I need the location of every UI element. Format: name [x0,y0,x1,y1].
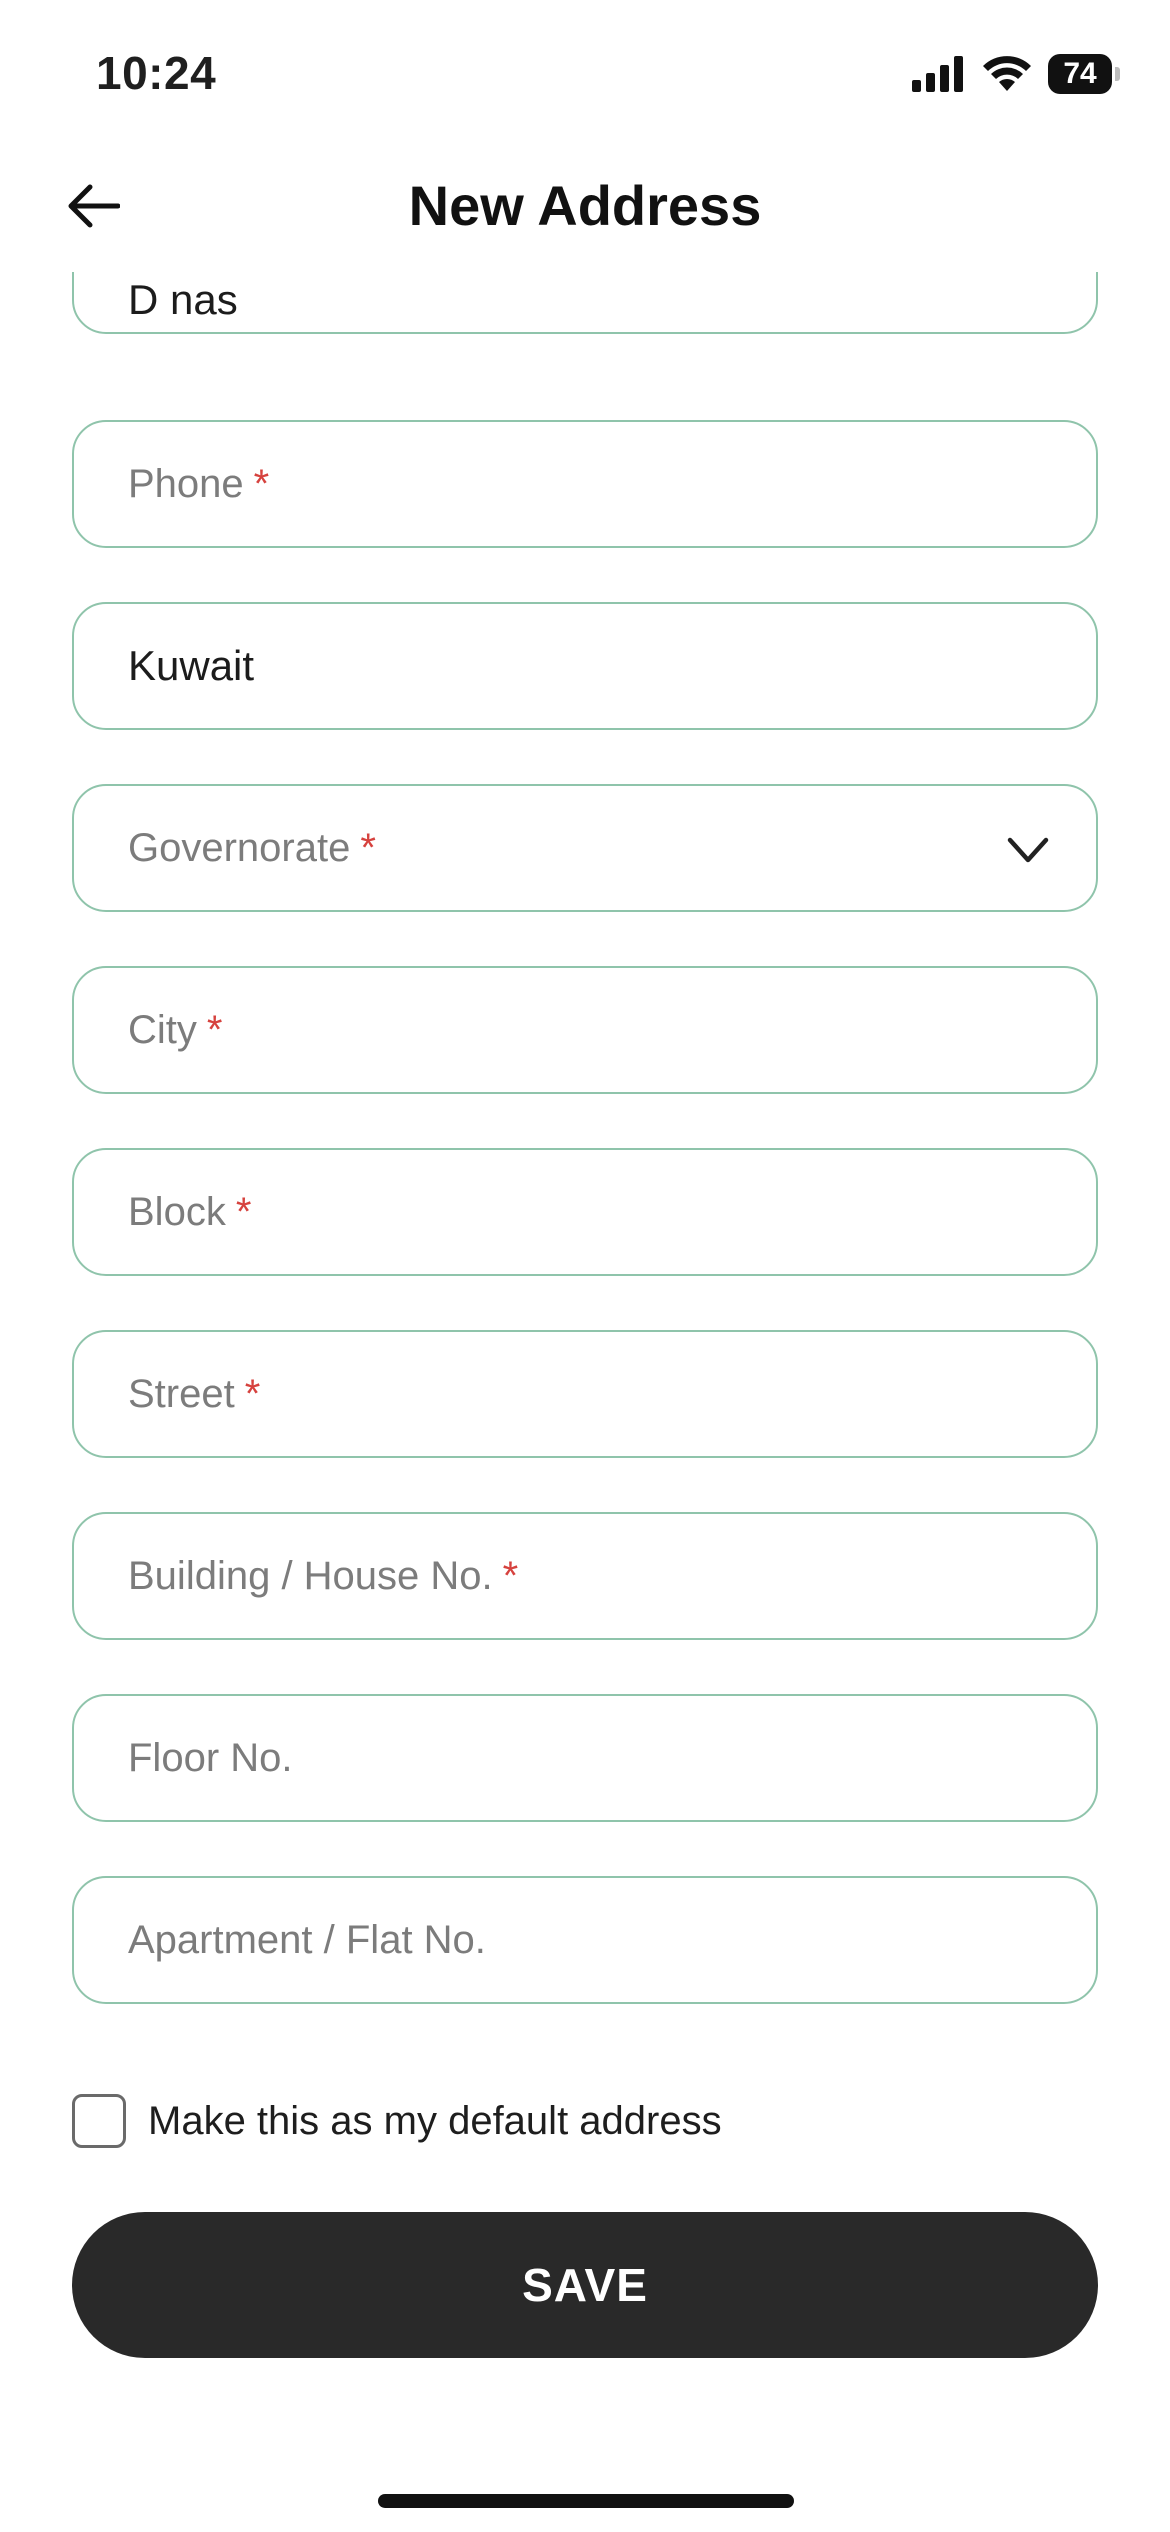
chevron-down-icon [1007,837,1049,863]
street-placeholder: Street [128,1371,235,1416]
name-field[interactable]: D nas [72,272,1098,334]
floor-field[interactable]: Floor No. [72,1694,1098,1822]
battery-icon: 74 [1048,54,1120,94]
battery-level: 74 [1063,57,1097,90]
default-address-checkbox[interactable] [72,2094,126,2148]
apartment-placeholder: Apartment / Flat No. [128,1917,486,1962]
building-placeholder: Building / House No. [128,1553,493,1598]
default-address-row[interactable]: Make this as my default address [72,2094,722,2148]
default-address-label[interactable]: Make this as my default address [148,2099,722,2144]
status-icons: 74 [912,52,1120,96]
required-asterisk: * [360,825,376,870]
name-value: D nas [128,276,238,323]
page-title: New Address [408,174,762,237]
street-field[interactable]: Street * [72,1330,1098,1458]
floor-placeholder: Floor No. [128,1735,293,1780]
governorate-placeholder: Governorate [128,825,351,870]
required-asterisk: * [235,1189,252,1234]
wifi-icon [983,56,1031,91]
city-placeholder: City [128,1007,197,1052]
phone-field[interactable]: Phone * [72,420,1098,548]
governorate-select[interactable]: Governorate * [72,784,1098,912]
save-button[interactable]: SAVE [72,2212,1098,2358]
required-asterisk: * [502,1553,519,1598]
required-asterisk: * [244,1371,261,1416]
required-asterisk: * [206,1007,223,1052]
status-time: 10:24 [96,47,217,99]
country-field[interactable]: Kuwait [72,602,1098,730]
required-asterisk: * [253,461,270,506]
country-value: Kuwait [128,642,255,689]
apartment-field[interactable]: Apartment / Flat No. [72,1876,1098,2004]
block-field[interactable]: Block * [72,1148,1098,1276]
city-field[interactable]: City * [72,966,1098,1094]
block-placeholder: Block [128,1189,226,1234]
address-form[interactable]: D nas Phone * Kuwait Governorate * City … [0,272,1170,2532]
building-field[interactable]: Building / House No. * [72,1512,1098,1640]
phone-placeholder: Phone [128,461,244,506]
cellular-signal-icon [912,56,963,92]
home-indicator [378,2494,794,2508]
